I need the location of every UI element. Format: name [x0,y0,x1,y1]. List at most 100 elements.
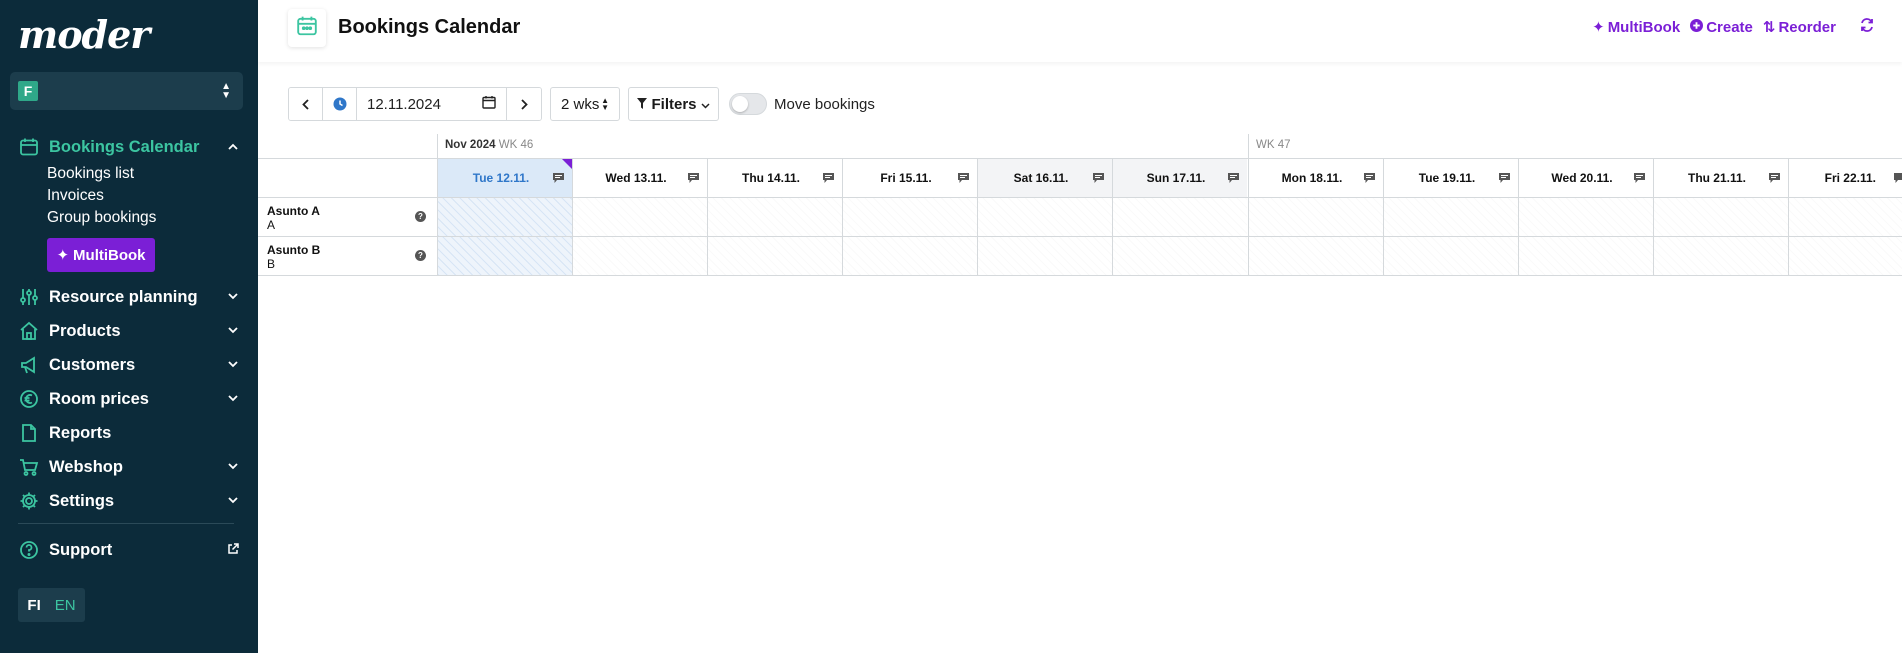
resource-title: Asunto B [267,243,321,257]
day-note-icon[interactable] [553,172,564,186]
move-bookings-toggle[interactable] [729,93,767,115]
previous-period-button[interactable] [289,88,323,120]
sidebar-item-label: Customers [49,355,136,374]
week-number: WK 47 [1256,139,1291,151]
sidebar-item-label: Bookings Calendar [49,137,200,156]
sidebar-item-customers[interactable]: Customers [18,351,240,379]
sidebar-item-reports[interactable]: Reports [18,419,240,447]
date-input[interactable]: 12.11.2024 [357,88,507,120]
today-button[interactable] [323,88,357,120]
sidebar-item-resource-planning[interactable]: Resource planning [18,283,240,311]
header-actions: ✦ MultiBook Create ⇅ Reorder [1592,18,1874,36]
calendar-cell[interactable] [1518,198,1653,236]
calendar-cell[interactable] [572,198,707,236]
day-header[interactable]: Wed 20.11. [1518,159,1653,197]
day-header[interactable]: Tue 12.11. [437,159,572,197]
help-icon[interactable]: ? [415,211,426,222]
resource-name[interactable]: Asunto B B [267,243,320,271]
day-header[interactable]: Fri 22.11. [1788,159,1902,197]
multibook-label: MultiBook [73,246,146,264]
sidebar-subitem-group-bookings[interactable]: Group bookings [47,209,156,227]
filters-button[interactable]: Filters [628,87,719,121]
sidebar-item-support[interactable]: Support [18,536,240,564]
sidebar-multibook-button[interactable]: ✦ MultiBook [47,238,155,272]
sidebar-item-room-prices[interactable]: Room prices [18,385,240,413]
calendar-cell[interactable] [842,237,977,275]
sidebar-item-settings[interactable]: Settings [18,487,240,515]
day-note-icon[interactable] [1364,172,1375,186]
megaphone-icon [18,354,40,376]
calendar-cell[interactable] [977,198,1112,236]
day-header[interactable]: Sat 16.11. [977,159,1112,197]
today-marker [562,159,572,169]
day-header[interactable]: Tue 19.11. [1383,159,1518,197]
select-arrows-icon: ▲ ▼ [601,96,609,112]
lang-fi-button[interactable]: FI [27,597,40,614]
sidebar-subitem-bookings-list[interactable]: Bookings list [47,165,134,183]
moder-logo[interactable]: moder [18,14,150,56]
calendar-cell[interactable] [842,198,977,236]
sidebar-item-bookings-calendar[interactable]: Bookings Calendar [18,133,240,161]
calendar-cell[interactable] [707,198,842,236]
day-header[interactable]: Wed 13.11. [572,159,707,197]
day-note-icon[interactable] [1228,172,1239,186]
day-header[interactable]: Sun 17.11. [1112,159,1247,197]
calendar-cell[interactable] [1653,198,1788,236]
calendar-cell[interactable] [707,237,842,275]
calendar-cell[interactable] [1383,198,1518,236]
page-icon-box [288,9,326,47]
sidebar-item-products[interactable]: Products [18,317,240,345]
calendar-cell[interactable] [1112,237,1247,275]
next-period-button[interactable] [507,88,541,120]
org-avatar: F [18,81,38,101]
day-note-icon[interactable] [688,172,699,186]
calendar-cell[interactable] [572,237,707,275]
sidebar-item-label: Webshop [49,457,123,476]
sidebar-item-label: Support [49,540,113,559]
resource-title: Asunto A [267,204,320,218]
day-note-icon[interactable] [1499,172,1510,186]
calendar-cell[interactable] [437,237,572,275]
day-header[interactable]: Fri 15.11. [842,159,977,197]
sidebar-item-webshop[interactable]: Webshop [18,453,240,481]
calendar-cell[interactable] [1653,237,1788,275]
day-label: Sun 17.11. [1146,171,1206,185]
day-note-icon[interactable] [1769,172,1780,186]
day-header[interactable]: Thu 14.11. [707,159,842,197]
chevron-down-icon [226,393,240,405]
calendar-cell[interactable] [977,237,1112,275]
calendar-cell[interactable] [1248,198,1383,236]
calendar-cell[interactable] [1248,237,1383,275]
day-note-icon[interactable] [1894,172,1902,186]
refresh-icon[interactable] [1860,18,1874,36]
create-button[interactable]: Create [1690,18,1753,36]
sidebar-divider [18,523,234,524]
calendar-cell[interactable] [437,198,572,236]
day-header[interactable]: Mon 18.11. [1248,159,1383,197]
calendar-cell[interactable] [1518,237,1653,275]
calendar-picker-icon[interactable] [482,95,496,113]
reorder-button[interactable]: ⇅ Reorder [1763,18,1836,37]
resource-name[interactable]: Asunto A A [267,204,320,232]
sidebar-item-label: Room prices [49,389,149,408]
filters-label: Filters [651,95,697,113]
day-label: Tue 12.11. [472,171,530,185]
lang-en-button[interactable]: EN [55,597,76,614]
day-label: Sat 16.11. [1013,171,1069,185]
day-note-icon[interactable] [1634,172,1645,186]
day-note-icon[interactable] [823,172,834,186]
day-note-icon[interactable] [958,172,969,186]
sidebar-subitem-invoices[interactable]: Invoices [47,187,104,205]
calendar-cell[interactable] [1788,237,1902,275]
calendar-cell[interactable] [1112,198,1247,236]
day-header[interactable]: Thu 21.11. [1653,159,1788,197]
calendar-cell[interactable] [1383,237,1518,275]
range-select[interactable]: 2 wks ▲ ▼ [550,87,620,121]
day-note-icon[interactable] [1093,172,1104,186]
organization-select[interactable]: F ▲ ▼ [10,72,243,110]
calendar-cell[interactable] [1788,198,1902,236]
multibook-button[interactable]: ✦ MultiBook [1592,18,1680,37]
day-label: Wed 20.11. [1551,171,1613,185]
help-icon[interactable]: ? [415,250,426,261]
day-label: Wed 13.11. [605,171,667,185]
